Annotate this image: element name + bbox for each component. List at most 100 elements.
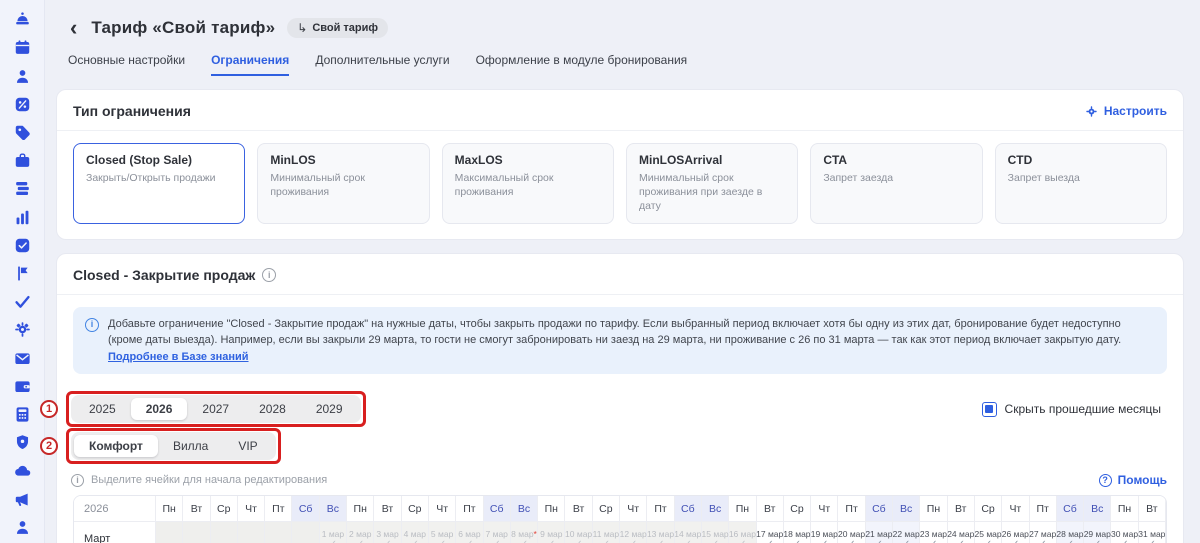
calendar-day-cell[interactable]: 15 мар✓: [702, 522, 730, 543]
date-label: 9 мар: [540, 528, 563, 539]
type-card-minlos[interactable]: MinLOS Минимальный срок проживания: [257, 143, 430, 224]
calendar-day-cell[interactable]: 31 мар✓: [1138, 522, 1166, 543]
calendar-day-cell[interactable]: 12 мар✓: [620, 522, 648, 543]
open-checkmark-icon: ✓: [738, 539, 746, 543]
calculator-icon[interactable]: [12, 405, 32, 424]
open-checkmark-icon: ✓: [875, 539, 883, 543]
annotation-number-2: 2: [40, 437, 58, 456]
back-button[interactable]: ‹: [68, 17, 79, 39]
calendar-day-cell[interactable]: 6 мар✓: [456, 522, 484, 543]
calendar-day-cell[interactable]: 7 мар✓: [483, 522, 511, 543]
calendar-weekday-header: Сб: [865, 496, 894, 523]
open-checkmark-icon: ✓: [629, 539, 637, 543]
calendar-day-cell[interactable]: 27 мар✓: [1029, 522, 1057, 543]
tag-icon[interactable]: [12, 123, 32, 142]
calendar-weekday-header: Чт: [237, 496, 266, 523]
calendar-year-label: 2026: [74, 496, 156, 523]
calendar-day-cell[interactable]: 19 мар✓: [810, 522, 839, 543]
calendar-day-cell[interactable]: 26 мар✓: [1002, 522, 1030, 543]
date-label: 7 мар: [485, 528, 508, 539]
calendar-weekday-header: Ср: [974, 496, 1003, 523]
date-label: 22 мар: [892, 528, 920, 539]
calendar-day-cell[interactable]: 5 мар✓: [428, 522, 457, 543]
inbox-icon[interactable]: [12, 348, 32, 367]
type-card-maxlos[interactable]: MaxLOS Максимальный срок проживания: [441, 143, 614, 224]
tasks-icon[interactable]: [12, 236, 32, 255]
year-tab-2025[interactable]: 2025: [74, 398, 131, 420]
calendar-day-cell[interactable]: 20 мар✓: [838, 522, 866, 543]
calendar-day-cell[interactable]: 29 мар✓: [1084, 522, 1112, 543]
flag-icon[interactable]: [12, 264, 32, 283]
open-checkmark-icon: ✓: [684, 539, 692, 543]
banner-text: Добавьте ограничение "Closed - Закрытие …: [108, 317, 1122, 347]
calendar-weekday-header: Пн: [729, 496, 757, 523]
room-tab-villa[interactable]: Вилла: [158, 435, 223, 457]
calendar-day-cell[interactable]: 9 мар✓: [538, 522, 566, 543]
type-card-ctd[interactable]: CTD Запрет выезда: [994, 143, 1167, 224]
guests-icon[interactable]: [12, 66, 32, 85]
date-label: 19 мар: [810, 528, 838, 539]
type-card-cta[interactable]: CTA Запрет заезда: [810, 143, 983, 224]
restriction-type-card: Тип ограничения Настроить Closed (Stop S…: [56, 89, 1184, 240]
room-tab-komfort[interactable]: Комфорт: [74, 435, 158, 458]
cloud-icon[interactable]: [12, 461, 32, 480]
tab-main-settings[interactable]: Основные настройки: [68, 53, 185, 76]
year-tab-2028[interactable]: 2028: [244, 398, 301, 420]
help-link[interactable]: ? Помощь: [1098, 473, 1167, 487]
tab-extra-services[interactable]: Дополнительные услуги: [315, 53, 449, 76]
open-checkmark-icon: ✓: [1148, 539, 1156, 543]
calendar-day-cell[interactable]: 2 мар✓: [347, 522, 375, 543]
tariff-badge: ↳ Свой тариф: [287, 18, 389, 38]
settings-gear-icon[interactable]: [12, 320, 32, 339]
analytics-icon[interactable]: [12, 207, 32, 226]
year-tab-2026[interactable]: 2026: [130, 398, 188, 421]
calendar-day-cell[interactable]: 1 мар✓: [319, 522, 348, 543]
type-card-closed[interactable]: Closed (Stop Sale) Закрыть/Открыть прода…: [73, 143, 246, 224]
calendar-weekday-header: Вс: [1084, 496, 1112, 523]
briefcase-icon[interactable]: [12, 151, 32, 170]
hide-past-months-checkbox[interactable]: Скрыть прошедшие месяцы: [981, 401, 1161, 417]
calendar-weekday-header: Вт: [183, 496, 211, 523]
app-window: ‹ Тариф «Свой тариф» ↳ Свой тариф Основн…: [0, 0, 1200, 543]
calendar-weekday-header: Пн: [538, 496, 566, 523]
calendar-day-cell[interactable]: 3 мар✓: [374, 522, 402, 543]
calendar-weekday-header: Пн: [156, 496, 184, 523]
calendar-icon[interactable]: [12, 38, 32, 57]
year-tab-2029[interactable]: 2029: [301, 398, 358, 420]
calendar-empty-cell: [183, 522, 211, 543]
tab-restrictions[interactable]: Ограничения: [211, 53, 290, 76]
catalog-icon[interactable]: [12, 179, 32, 198]
calendar-day-cell[interactable]: 14 мар✓: [674, 522, 702, 543]
calendar-day-cell[interactable]: 13 мар✓: [647, 522, 675, 543]
calendar-day-cell[interactable]: 30 мар✓: [1111, 522, 1139, 543]
year-tab-2027[interactable]: 2027: [187, 398, 244, 420]
calendar-day-cell[interactable]: 16 мар✓: [729, 522, 757, 543]
room-tab-vip[interactable]: VIP: [223, 435, 272, 457]
calendar-day-cell[interactable]: 25 мар✓: [975, 522, 1003, 543]
calendar-day-cell[interactable]: 23 мар✓: [920, 522, 948, 543]
calendar-day-cell[interactable]: 10 мар✓: [565, 522, 593, 543]
reception-bell-icon[interactable]: [12, 10, 32, 29]
tab-booking-module[interactable]: Оформление в модуле бронирования: [476, 53, 688, 76]
security-shield-icon[interactable]: [12, 433, 32, 452]
calendar-day-cell[interactable]: 28 мар✓: [1056, 522, 1085, 543]
calendar-day-cell[interactable]: 18 мар✓: [783, 522, 812, 543]
calendar-day-cell[interactable]: 17 мар✓: [756, 522, 784, 543]
announcement-icon[interactable]: [12, 489, 32, 508]
calendar-day-cell[interactable]: 4 мар✓: [401, 522, 429, 543]
calendar-day-cell[interactable]: 24 мар✓: [947, 522, 975, 543]
date-label: 1 мар: [321, 528, 345, 539]
calendar-day-cell[interactable]: 8 мар*✓: [510, 522, 539, 543]
calendar-table: 2026 Пн Вт Ср Чт Пт Сб Вс Пн Вт Ср Чт Пт Сб Вс Пн Вт Ср Чт…: [73, 495, 1167, 543]
configure-button[interactable]: Настроить: [1085, 104, 1167, 118]
profile-icon[interactable]: [12, 518, 32, 537]
calendar-day-cell[interactable]: 21 мар✓: [865, 522, 894, 543]
type-card-minlosarrival[interactable]: MinLOSArrival Минимальный срок проживани…: [625, 143, 799, 224]
housekeeping-check-icon[interactable]: [12, 292, 32, 311]
knowledge-base-link[interactable]: Подробнее в Базе знаний: [108, 351, 249, 363]
wallet-icon[interactable]: [12, 377, 32, 396]
calendar-weekday-header: Ср: [592, 496, 621, 523]
calendar-day-cell[interactable]: 11 мар✓: [593, 522, 621, 543]
calendar-day-cell[interactable]: 22 мар✓: [892, 522, 921, 543]
discount-icon[interactable]: [12, 95, 32, 114]
